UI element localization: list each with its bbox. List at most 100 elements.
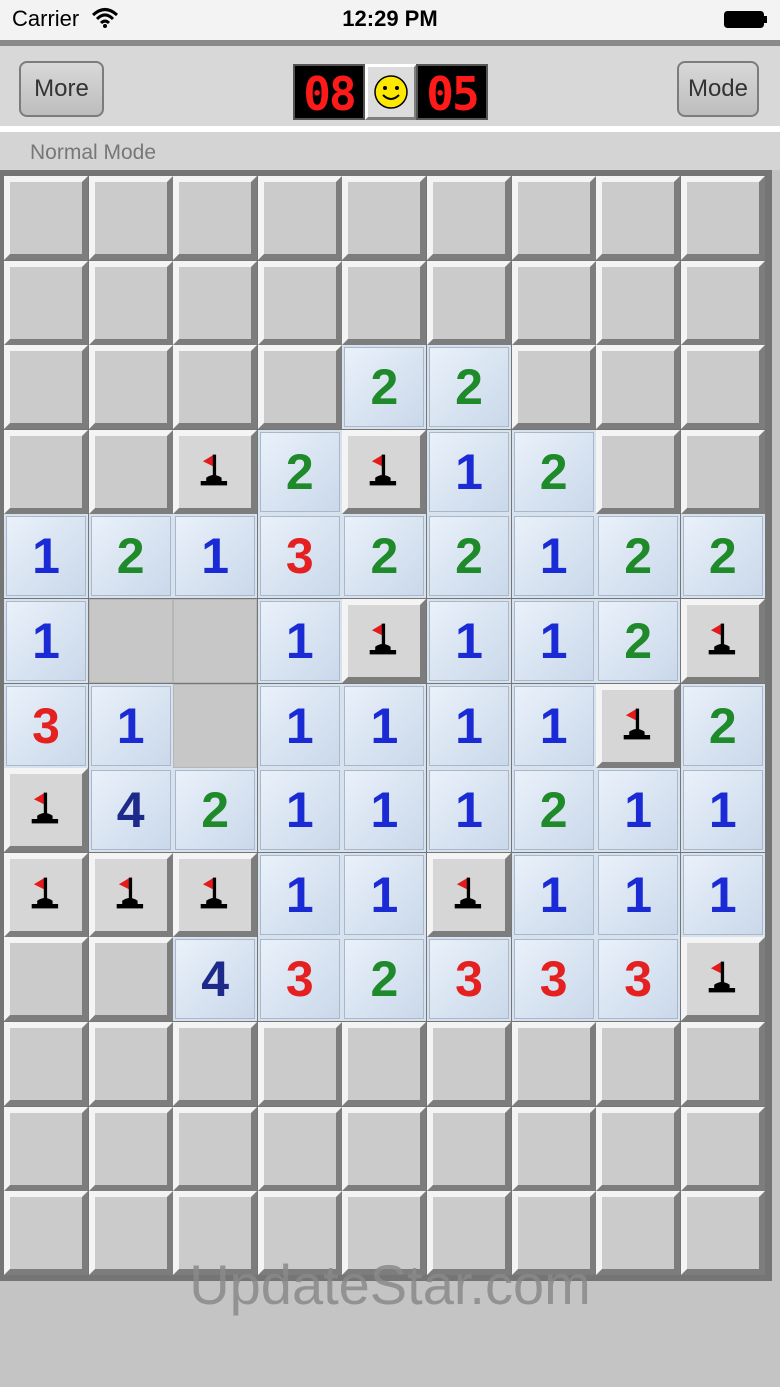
flagged-cell[interactable]: [342, 429, 427, 514]
hidden-cell[interactable]: [173, 176, 258, 260]
hidden-cell[interactable]: [511, 1022, 596, 1106]
hidden-cell[interactable]: [342, 1106, 427, 1191]
hidden-cell[interactable]: [427, 1106, 511, 1191]
minefield-board: 2221212132212211112311111242111211111114…: [0, 170, 772, 1281]
hidden-cell[interactable]: [4, 176, 88, 260]
flag-icon: [109, 871, 153, 919]
hidden-cell[interactable]: [511, 1106, 596, 1191]
flagged-cell[interactable]: [342, 599, 427, 683]
flag-icon: [701, 955, 745, 1003]
hidden-cell[interactable]: [511, 345, 596, 430]
mode-strip: Normal Mode: [0, 126, 780, 170]
hidden-cell[interactable]: [342, 260, 427, 345]
hidden-cell[interactable]: [88, 345, 173, 430]
flagged-cell[interactable]: [88, 852, 173, 937]
flagged-cell[interactable]: [427, 852, 511, 937]
hidden-cell[interactable]: [427, 1022, 511, 1106]
hidden-cell[interactable]: [4, 429, 88, 514]
flagged-cell[interactable]: [173, 429, 258, 514]
hidden-cell[interactable]: [88, 1106, 173, 1191]
flag-icon: [447, 871, 491, 919]
hidden-cell[interactable]: [173, 1022, 258, 1106]
flag-icon: [362, 617, 406, 665]
hidden-cell[interactable]: [257, 1106, 342, 1191]
hidden-cell[interactable]: [596, 176, 681, 260]
hidden-cell[interactable]: [596, 260, 681, 345]
hidden-cell[interactable]: [257, 176, 342, 260]
flag-icon: [701, 617, 745, 665]
number-cell: 3: [511, 937, 596, 1022]
number-cell: 1: [680, 852, 765, 937]
number-cell: 2: [427, 345, 511, 430]
hidden-cell[interactable]: [88, 429, 173, 514]
status-bar: Carrier 12:29 PM: [0, 0, 780, 40]
number-cell: 2: [511, 429, 596, 514]
number-cell: 2: [173, 768, 258, 853]
flagged-cell[interactable]: [4, 852, 88, 937]
number-cell: 1: [257, 599, 342, 683]
number-cell: 3: [4, 683, 88, 768]
hidden-cell[interactable]: [680, 1022, 765, 1106]
hidden-cell[interactable]: [4, 937, 88, 1022]
clock: 12:29 PM: [342, 6, 438, 31]
hidden-cell[interactable]: [511, 176, 596, 260]
hidden-cell[interactable]: [680, 176, 765, 260]
hidden-cell[interactable]: [342, 1022, 427, 1106]
hidden-cell[interactable]: [173, 1106, 258, 1191]
flagged-cell[interactable]: [680, 937, 765, 1022]
number-cell: 1: [4, 514, 88, 599]
more-button[interactable]: More: [19, 61, 104, 117]
flagged-cell[interactable]: [4, 768, 88, 853]
flag-icon: [193, 871, 237, 919]
hidden-cell[interactable]: [511, 260, 596, 345]
smiley-icon: [374, 75, 408, 109]
number-cell: 2: [88, 514, 173, 599]
mode-label: Normal Mode: [30, 141, 157, 164]
hidden-cell[interactable]: [680, 260, 765, 345]
hidden-cell[interactable]: [88, 1022, 173, 1106]
hidden-cell[interactable]: [4, 1106, 88, 1191]
hidden-cell[interactable]: [680, 429, 765, 514]
hidden-cell[interactable]: [4, 260, 88, 345]
number-cell: 1: [88, 683, 173, 768]
flagged-cell[interactable]: [596, 683, 681, 768]
flag-icon: [362, 448, 406, 496]
number-cell: 2: [342, 514, 427, 599]
hidden-cell[interactable]: [257, 1022, 342, 1106]
flagged-cell[interactable]: [173, 852, 258, 937]
hidden-cell[interactable]: [342, 176, 427, 260]
hidden-cell[interactable]: [596, 429, 681, 514]
empty-cell: [88, 599, 173, 683]
hidden-cell[interactable]: [257, 260, 342, 345]
number-cell: 2: [257, 429, 342, 514]
smiley-face-button[interactable]: [365, 64, 417, 120]
hidden-cell[interactable]: [596, 1106, 681, 1191]
hidden-cell[interactable]: [427, 176, 511, 260]
flagged-cell[interactable]: [680, 599, 765, 683]
number-cell: 1: [257, 768, 342, 853]
number-cell: 1: [173, 514, 258, 599]
hidden-cell[interactable]: [173, 345, 258, 430]
hidden-cell[interactable]: [596, 345, 681, 430]
hidden-cell[interactable]: [680, 345, 765, 430]
flag-icon: [616, 702, 660, 750]
hidden-cell[interactable]: [173, 260, 258, 345]
hidden-cell[interactable]: [257, 345, 342, 430]
number-cell: 1: [596, 852, 681, 937]
timer-display: 05: [416, 64, 488, 121]
hidden-cell[interactable]: [88, 260, 173, 345]
empty-cell: [173, 599, 258, 683]
number-cell: 1: [427, 768, 511, 853]
number-cell: 1: [4, 599, 88, 683]
hidden-cell[interactable]: [4, 345, 88, 430]
game-toolbar: More 08 05 Mode: [0, 40, 780, 126]
mode-button[interactable]: Mode: [677, 61, 759, 117]
hidden-cell[interactable]: [88, 176, 173, 260]
hidden-cell[interactable]: [427, 260, 511, 345]
hidden-cell[interactable]: [4, 1022, 88, 1106]
hidden-cell[interactable]: [88, 937, 173, 1022]
flag-icon: [24, 871, 68, 919]
number-cell: 2: [427, 514, 511, 599]
hidden-cell[interactable]: [680, 1106, 765, 1191]
hidden-cell[interactable]: [596, 1022, 681, 1106]
